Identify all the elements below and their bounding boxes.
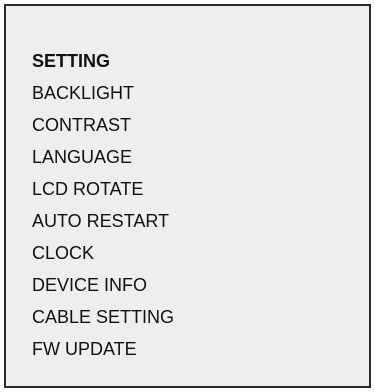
menu-item-clock[interactable]: CLOCK — [32, 237, 174, 269]
menu-title: SETTING — [32, 51, 111, 71]
settings-menu: SETTING BACKLIGHT CONTRAST LANGUAGE LCD … — [32, 45, 174, 365]
settings-screen: SETTING BACKLIGHT CONTRAST LANGUAGE LCD … — [4, 4, 371, 388]
menu-item-language[interactable]: LANGUAGE — [32, 141, 174, 173]
menu-item-backlight[interactable]: BACKLIGHT — [32, 77, 174, 109]
menu-item-device-info[interactable]: DEVICE INFO — [32, 269, 174, 301]
menu-item-lcd-rotate[interactable]: LCD ROTATE — [32, 173, 174, 205]
menu-item-contrast[interactable]: CONTRAST — [32, 109, 174, 141]
menu-item-fw-update[interactable]: FW UPDATE — [32, 333, 174, 365]
menu-item-auto-restart[interactable]: AUTO RESTART — [32, 205, 174, 237]
menu-item-cable-setting[interactable]: CABLE SETTING — [32, 301, 174, 333]
